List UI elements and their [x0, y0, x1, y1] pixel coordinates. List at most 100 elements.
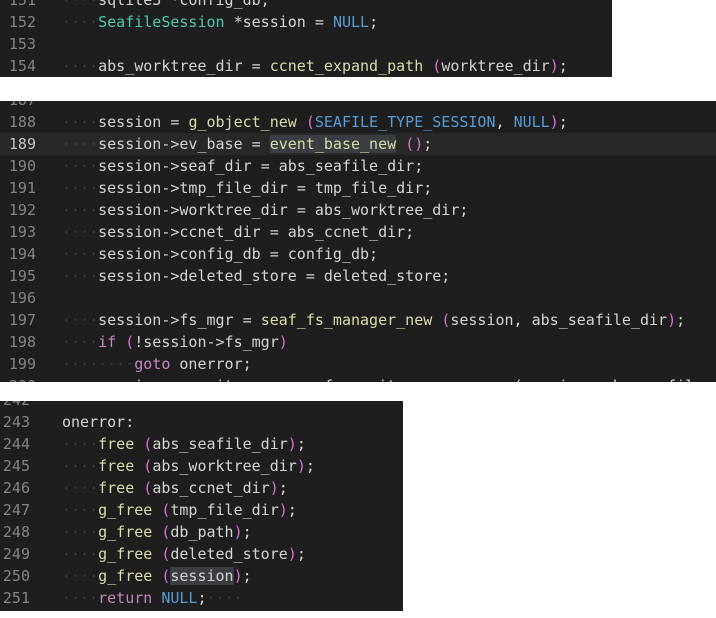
code-line[interactable]: 189 ····session->ev_base = event_base_new…	[0, 133, 716, 155]
code-line[interactable]: 250 ····g_free (session);	[0, 565, 403, 587]
code-text[interactable]: ····session->deleted_store = deleted_sto…	[62, 265, 450, 287]
whitespace-marker: ····	[62, 245, 99, 263]
code-token: =	[279, 377, 288, 382]
code-token: goto	[134, 355, 171, 373]
code-editor-panel-bottom[interactable]: 242 243 onerror:244····free (abs_seafile_d…	[0, 401, 403, 611]
code-text[interactable]: ····g_free (tmp_file_dir);	[62, 499, 297, 521]
code-token: NULL	[332, 13, 370, 31]
code-text[interactable]: ····session->seaf_dir = abs_seafile_dir;	[62, 155, 423, 177]
code-line[interactable]: 192 ····session->worktree_dir = abs_workt…	[0, 199, 716, 221]
code-text[interactable]: ········goto onerror;	[62, 353, 252, 375]
code-line[interactable]: 153	[0, 33, 612, 55]
code-line[interactable]: 196	[0, 287, 716, 309]
code-line[interactable]: 191 ····session->tmp_file_dir = tmp_file_…	[0, 177, 716, 199]
code-text[interactable]: ····free (abs_seafile_dir);	[62, 433, 306, 455]
whitespace-marker: ····	[62, 179, 99, 197]
code-line[interactable]: 195 ····session->deleted_store = deleted_…	[0, 265, 716, 287]
whitespace-marker: ····	[62, 311, 99, 329]
code-token: return	[98, 589, 153, 607]
code-token: )	[667, 311, 677, 329]
code-line[interactable]: 154 ····abs_worktree_dir = ccnet_expand_p…	[0, 55, 612, 77]
line-number: 248	[2, 523, 30, 541]
code-text[interactable]: ····abs_worktree_dir = ccnet_expand_path…	[62, 55, 568, 77]
code-token: (	[441, 311, 451, 329]
code-editor-panel-middle[interactable]: 187 188 ····session = g_object_new (SEAFIL…	[0, 101, 716, 382]
code-token: =	[269, 223, 279, 241]
code-line[interactable]: 190 ····session->seaf_dir = abs_seafile_d…	[0, 155, 716, 177]
whitespace-marker: ····	[206, 589, 243, 607]
whitespace-marker: ····	[62, 13, 99, 31]
code-text[interactable]: ····session->ccnet_dir = abs_ccnet_dir;	[62, 221, 414, 243]
code-line[interactable]: 198 ····if (!session->fs_mgr)	[0, 331, 716, 353]
line-number: 243	[2, 413, 30, 431]
code-line[interactable]: 194 ····session->config_db = config_db;	[0, 243, 716, 265]
whitespace-marker: ····	[62, 435, 99, 453]
code-text[interactable]: ····session->fs_mgr = seaf_fs_manager_ne…	[62, 309, 685, 331]
code-editor-panel-top[interactable]: 151 ····sqlite3 *config_db; 152 ····Seafile…	[0, 0, 612, 77]
code-text[interactable]: ····session->ev_base = event_base_new ()…	[62, 133, 432, 155]
code-text[interactable]: ····session = g_object_new (SEAFILE_TYPE…	[62, 111, 568, 133]
line-number: 188	[8, 113, 36, 131]
code-text[interactable]: ····free (abs_ccnet_dir);	[62, 477, 288, 499]
line-number: 192	[8, 201, 36, 219]
whitespace-marker: ····	[62, 523, 99, 541]
code-token: ()	[405, 135, 424, 153]
line-number: 151	[8, 0, 36, 9]
code-token: ;	[676, 311, 686, 329]
whitespace-marker: ········	[62, 355, 135, 373]
code-line[interactable]: 200 ····session->commit_mgr = seaf_commit…	[0, 375, 716, 382]
code-line[interactable]: 193 ····session->ccnet_dir = abs_ccnet_di…	[0, 221, 716, 243]
code-text[interactable]: ····if (!session->fs_mgr)	[62, 331, 288, 353]
code-text[interactable]: ····session->tmp_file_dir = tmp_file_dir…	[62, 177, 432, 199]
code-token: NULL	[513, 113, 550, 131]
code-line[interactable]: 242	[0, 401, 403, 411]
code-line[interactable]: 199 ········goto onerror;	[0, 353, 716, 375]
code-line[interactable]: 152 ····SeafileSession *session = NULL;	[0, 11, 612, 33]
code-text[interactable]: ····sqlite3 *config_db;	[62, 0, 270, 11]
code-text[interactable]: ····free (abs_worktree_dir);	[62, 455, 315, 477]
code-line[interactable]: 251 ····return NULL;····	[0, 587, 403, 609]
code-line[interactable]: 197 ····session->fs_mgr = seaf_fs_manager…	[0, 309, 716, 331]
code-token: g_free	[98, 501, 153, 519]
code-token: )	[549, 57, 559, 75]
code-text[interactable]: ····session->worktree_dir = abs_worktree…	[62, 199, 468, 221]
code-line[interactable]: 188 ····session = g_object_new (SEAFILE_T…	[0, 111, 716, 133]
code-text[interactable]: ····session->config_db = config_db;	[62, 243, 378, 265]
code-line[interactable]: 245 ····free (abs_worktree_dir);	[0, 455, 403, 477]
code-token: )	[287, 435, 297, 453]
whitespace-marker: ····	[62, 201, 99, 219]
code-text[interactable]: ····SeafileSession *session = NULL;	[62, 11, 378, 33]
code-text[interactable]: onerror:	[62, 411, 134, 433]
code-text[interactable]: ····g_free (db_path);	[62, 521, 252, 543]
code-token: onerror;	[170, 355, 252, 373]
code-token: )	[233, 567, 243, 585]
code-token: ;	[423, 135, 433, 153]
code-token: abs_seafile_dir;	[269, 157, 424, 175]
line-number: 247	[2, 501, 30, 519]
code-token: =	[251, 135, 261, 153]
code-text[interactable]: ····session->commit_mgr = seaf_commit_ma…	[62, 375, 716, 382]
code-token: tmp_file_dir	[170, 501, 279, 519]
code-line[interactable]: 249 ····g_free (deleted_store);	[0, 543, 403, 565]
code-token: )	[278, 501, 288, 519]
code-token: g_free	[98, 567, 153, 585]
code-line[interactable]: 151 ····sqlite3 *config_db;	[0, 0, 612, 11]
code-text[interactable]: ····g_free (session);	[62, 565, 252, 587]
code-line[interactable]: 243 onerror:	[0, 411, 403, 433]
code-line[interactable]: 247 ····g_free (tmp_file_dir);	[0, 499, 403, 521]
code-line[interactable]: 248 ····g_free (db_path);	[0, 521, 403, 543]
code-line[interactable]: 187	[0, 101, 716, 111]
code-token: seaf_commit_manager_new (session, abs_se…	[288, 377, 716, 382]
code-text[interactable]: ····return NULL;····	[62, 587, 243, 609]
code-text[interactable]: ····g_free (deleted_store);	[62, 543, 306, 565]
line-number: 251	[2, 589, 30, 607]
code-line[interactable]: 244 ····free (abs_seafile_dir);	[0, 433, 403, 455]
code-line[interactable]: 246 ····free (abs_ccnet_dir);	[0, 477, 403, 499]
